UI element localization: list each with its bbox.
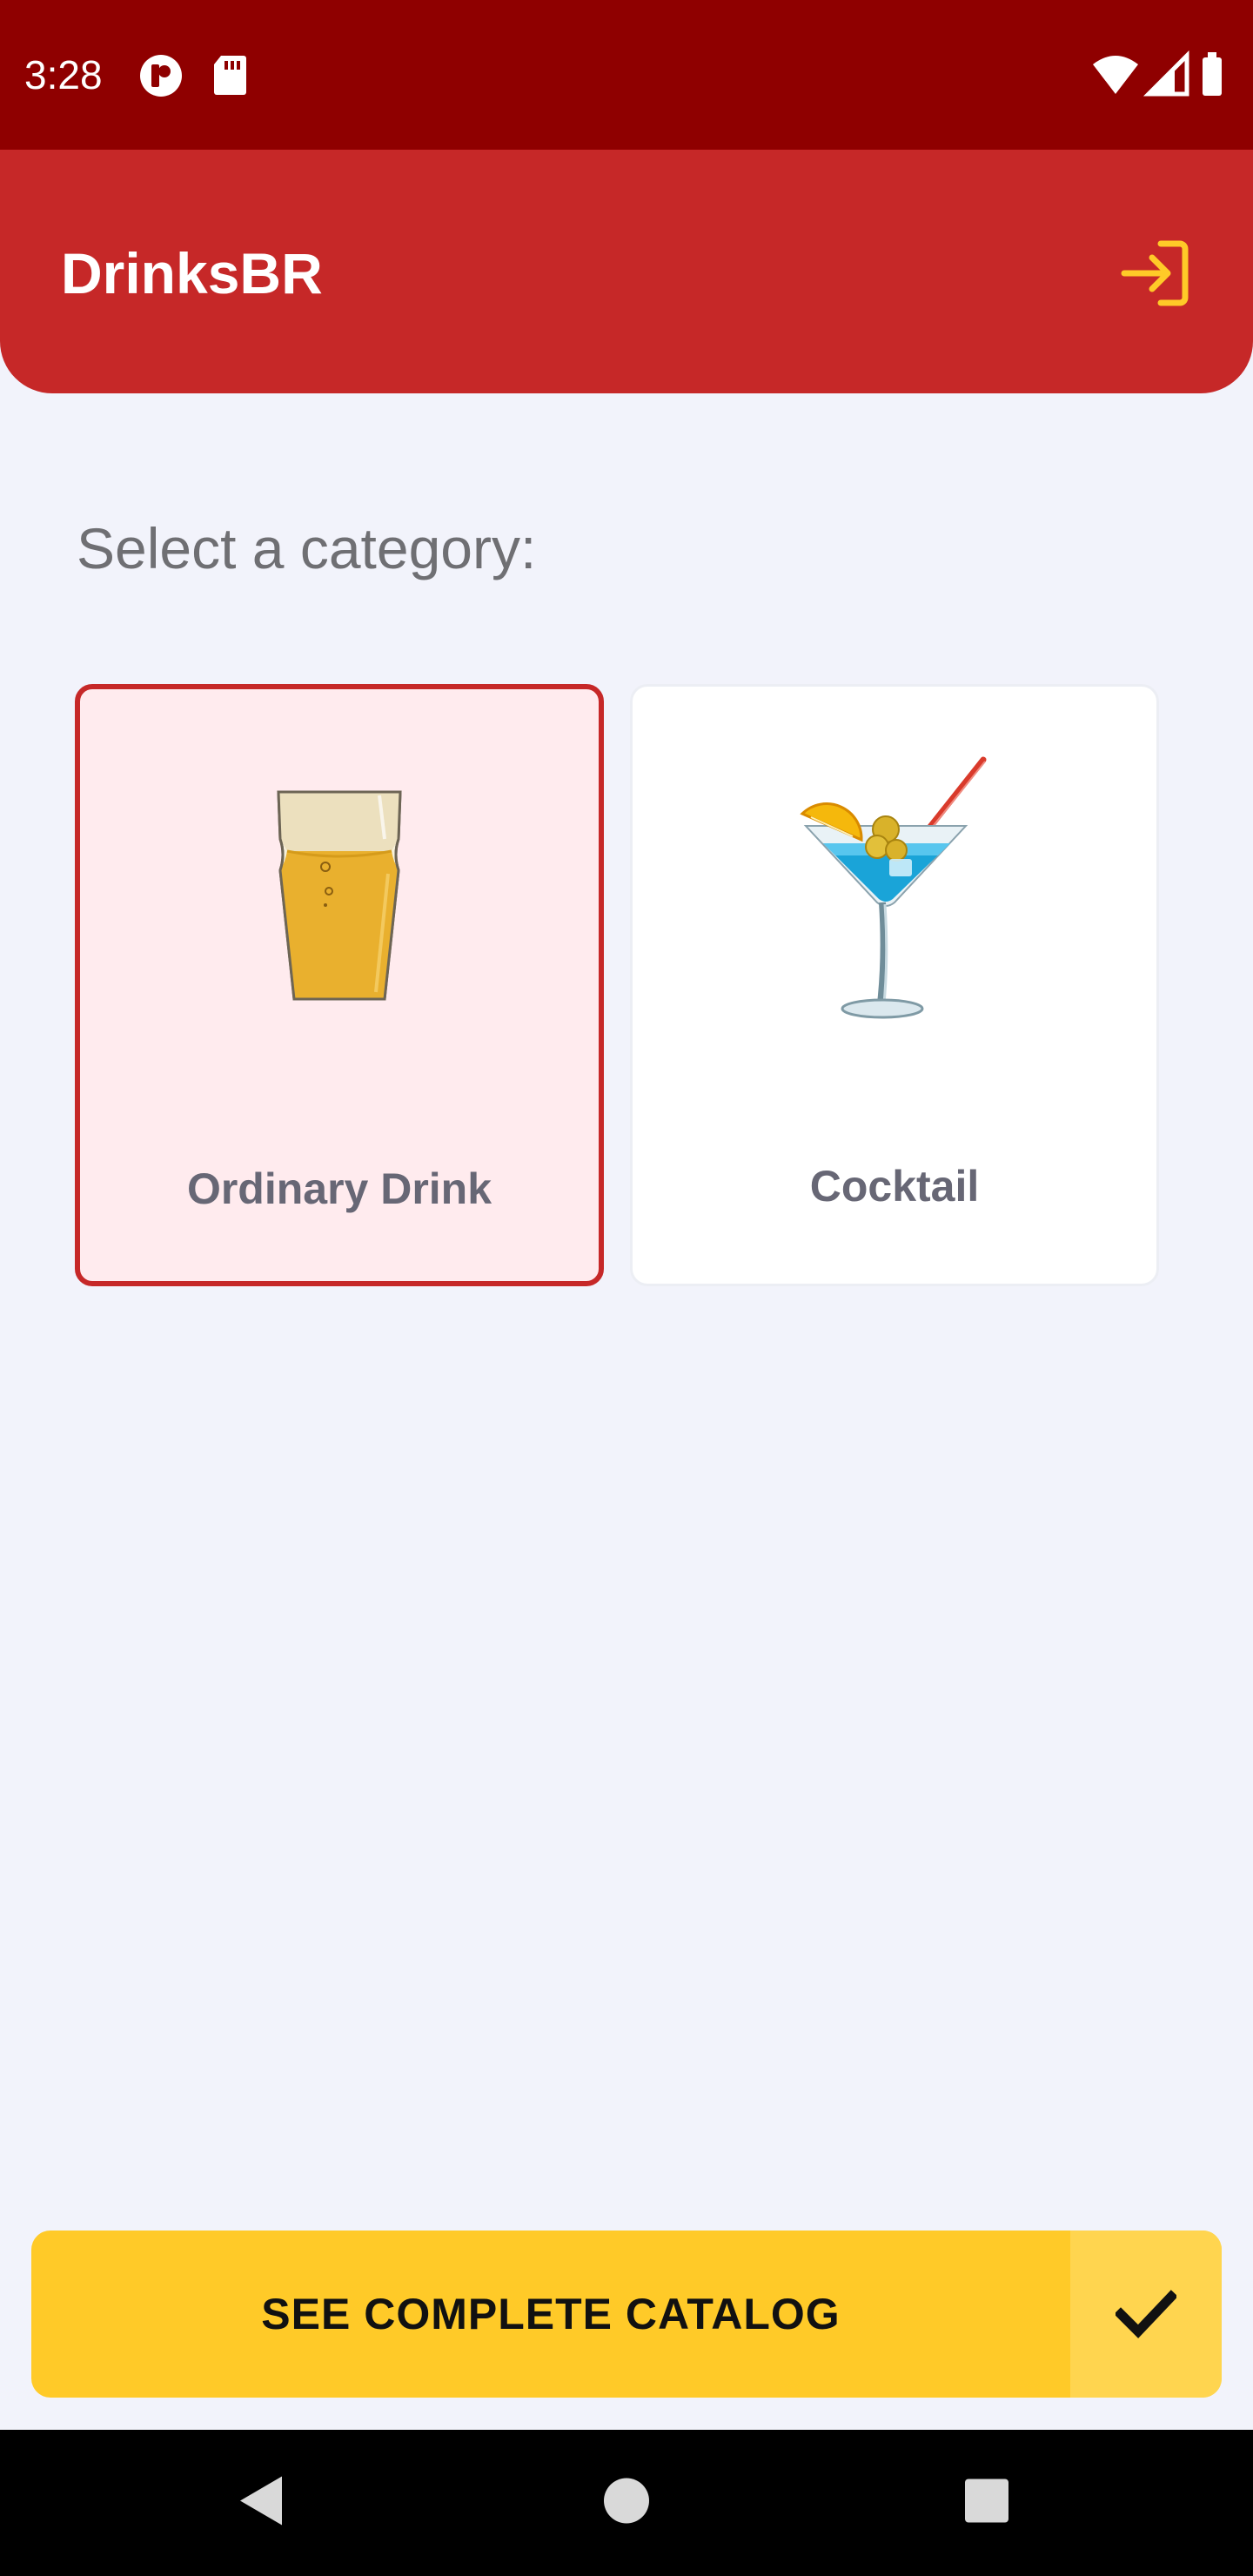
wifi-icon: [1093, 56, 1138, 94]
category-card-cocktail[interactable]: Cocktail: [630, 684, 1159, 1286]
notification-p-icon: [139, 54, 183, 102]
status-icons: [1091, 50, 1230, 99]
login-icon: [1121, 240, 1189, 306]
beer-glass-icon: [270, 787, 409, 1009]
category-prompt: Select a category:: [77, 516, 537, 580]
category-label: Ordinary Drink: [186, 1164, 492, 1213]
cell-signal-icon: [1142, 50, 1189, 97]
back-icon[interactable]: [235, 2473, 287, 2533]
category-card-ordinary-drink[interactable]: Ordinary Drink: [75, 684, 604, 1286]
status-time: 3:28: [24, 52, 103, 97]
battery-icon: [1203, 52, 1222, 96]
login-button[interactable]: [1119, 237, 1192, 310]
category-label: Cocktail: [809, 1162, 980, 1211]
home-icon[interactable]: [602, 2477, 651, 2530]
check-icon: [1070, 2231, 1222, 2398]
see-catalog-button[interactable]: SEE COMPLETE CATALOG: [31, 2231, 1222, 2398]
see-catalog-label: SEE COMPLETE CATALOG: [261, 2290, 841, 2338]
app-title: DrinksBR: [61, 241, 323, 305]
app-bar: DrinksBR: [0, 150, 1253, 393]
sd-card-icon: [212, 54, 247, 100]
recents-icon[interactable]: [963, 2478, 1010, 2529]
navigation-bar: [0, 2430, 1253, 2576]
cocktail-glass-icon: [799, 756, 990, 1030]
status-bar: 3:28: [0, 0, 1253, 150]
